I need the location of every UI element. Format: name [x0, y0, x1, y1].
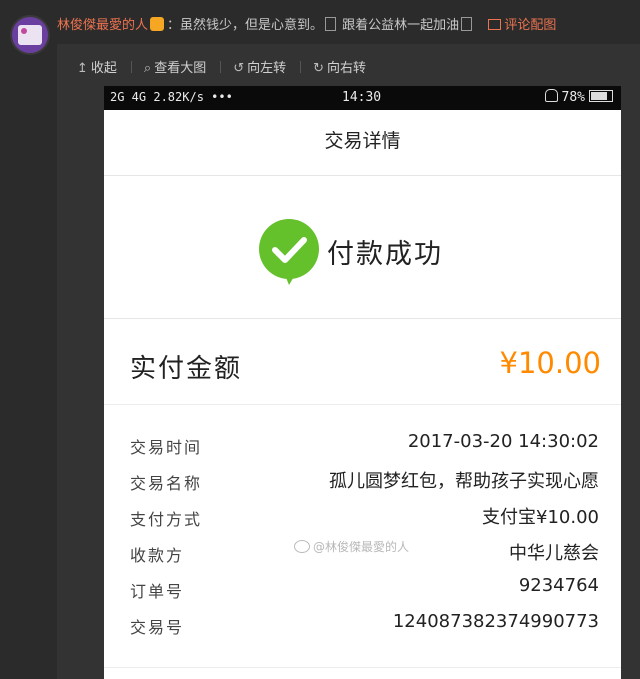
- detail-row-time: 交易时间 2017-03-20 14:30:02: [104, 426, 621, 462]
- detail-list: 交易时间 2017-03-20 14:30:02 交易名称 孤儿圆梦红包，帮助孩…: [104, 426, 621, 642]
- avatar-dot: [21, 28, 27, 34]
- post-text-2: 跟着公益林一起加油: [338, 18, 460, 33]
- signal-info: 2G 4G 2.82K/s •••: [110, 90, 233, 104]
- detail-value: 9234764: [518, 575, 599, 596]
- detail-label: 订单号: [130, 582, 185, 601]
- vip-icon: [150, 17, 165, 31]
- rotate-right-button[interactable]: ↻ 向右转: [313, 57, 366, 76]
- status-time: 14:30: [342, 90, 382, 105]
- post-line: 林俊傑最愛的人 ：虽然钱少，但是心意到。 跟着公益林一起加油 评论配图: [57, 14, 556, 33]
- weibo-icon: [294, 540, 310, 553]
- detail-row-order: 订单号 9234764: [104, 570, 621, 606]
- collapse-icon: ↥: [77, 61, 88, 76]
- page-title: 交易详情: [104, 110, 621, 176]
- picture-icon: [488, 19, 502, 30]
- comment-pic-label: 评论配图: [504, 18, 557, 33]
- battery-icon: [589, 90, 613, 102]
- view-large-label: 查看大图: [154, 61, 207, 76]
- search-icon: ⌕: [143, 61, 152, 76]
- divider: [130, 61, 132, 73]
- detail-label: 交易号: [130, 618, 185, 637]
- detail-label: 收款方: [130, 546, 185, 565]
- divider: [104, 318, 621, 319]
- rotate-left-button[interactable]: ↺ 向左转: [233, 57, 286, 76]
- battery-fill: [591, 92, 607, 100]
- collapse-button[interactable]: ↥ 收起: [77, 57, 117, 76]
- divider: [104, 404, 621, 405]
- detail-value: 中华儿慈会: [509, 543, 599, 564]
- success-text: 付款成功: [327, 239, 443, 270]
- post-text-1: ：虽然钱少，但是心意到。: [167, 18, 324, 33]
- detail-value: 2017-03-20 14:30:02: [407, 431, 599, 452]
- amount-value: ¥10.00: [499, 346, 601, 380]
- detail-row-method: 支付方式 支付宝¥10.00: [104, 498, 621, 534]
- detail-row-name: 交易名称 孤儿圆梦红包，帮助孩子实现心愿: [104, 462, 621, 498]
- detail-value: 支付宝¥10.00: [482, 507, 599, 528]
- detail-row-trade-no: 交易号 124087382374990773: [104, 606, 621, 642]
- success-banner: 付款成功: [259, 214, 469, 285]
- amount-row: 实付金额 ¥10.00: [104, 332, 621, 402]
- check-mark: [272, 237, 307, 285]
- comment-pic-link[interactable]: 评论配图: [488, 18, 556, 33]
- username-link[interactable]: 林俊傑最愛的人: [57, 18, 148, 33]
- rotate-right-icon: ↻: [313, 61, 325, 76]
- rotate-left-icon: ↺: [233, 61, 245, 76]
- emoji-placeholder-icon: [461, 17, 473, 31]
- detail-value: 孤儿圆梦红包，帮助孩子实现心愿: [329, 471, 599, 492]
- bell-off-icon: [544, 89, 558, 102]
- detail-label: 交易名称: [130, 474, 203, 493]
- divider: [300, 61, 302, 73]
- battery-percent: 78%: [561, 90, 585, 105]
- watermark-text: @林俊傑最愛的人: [313, 540, 410, 554]
- check-icon: [259, 219, 319, 285]
- amount-label: 实付金额: [130, 354, 243, 384]
- image-toolbar: ↥ 收起 ⌕ 查看大图 ↺ 向左转 ↻ 向右转: [77, 57, 380, 76]
- detail-value: 124087382374990773: [392, 611, 599, 632]
- phone-status-bar: 2G 4G 2.82K/s ••• 14:30 78%: [104, 86, 621, 110]
- rotate-left-label: 向左转: [247, 61, 287, 76]
- divider: [104, 667, 621, 668]
- emoji-placeholder-icon: [325, 17, 337, 31]
- watermark: @林俊傑最愛的人: [294, 538, 409, 555]
- detail-label: 支付方式: [130, 510, 203, 529]
- collapse-label: 收起: [90, 61, 117, 76]
- divider: [220, 61, 222, 73]
- status-right: 78%: [544, 89, 613, 105]
- view-large-button[interactable]: ⌕ 查看大图: [144, 57, 206, 76]
- detail-label: 交易时间: [130, 438, 203, 457]
- payment-screenshot[interactable]: 2G 4G 2.82K/s ••• 14:30 78% 交易详情 付款成功 实付…: [104, 86, 621, 679]
- avatar[interactable]: [10, 15, 50, 55]
- rotate-right-label: 向右转: [327, 61, 367, 76]
